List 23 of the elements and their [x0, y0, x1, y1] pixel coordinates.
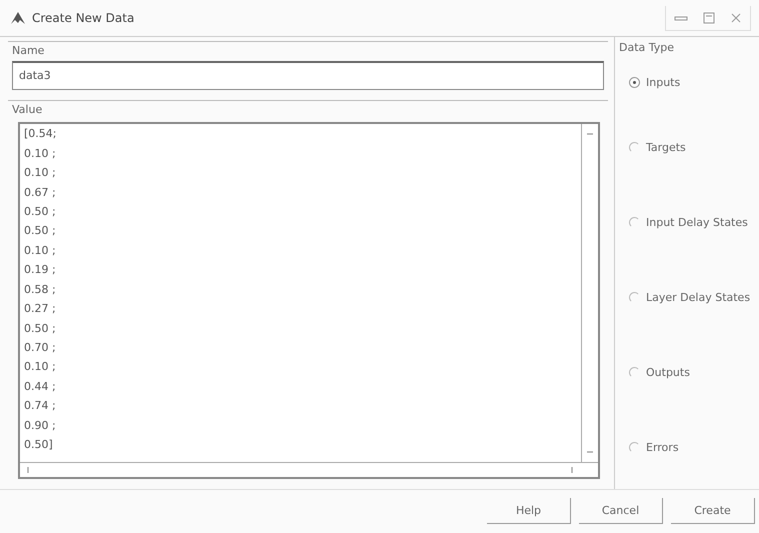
radio-button[interactable]	[629, 367, 640, 378]
radio-label[interactable]: Errors	[646, 441, 679, 454]
name-field[interactable]: data3	[12, 61, 604, 90]
close-icon[interactable]	[730, 12, 742, 24]
radio-label[interactable]: Input Delay States	[646, 216, 748, 230]
data-type-label: Data Type	[619, 41, 676, 54]
maximize-icon[interactable]	[702, 12, 716, 24]
cancel-button[interactable]: Cancel	[579, 498, 663, 524]
radio-button[interactable]	[629, 217, 640, 228]
radio-button[interactable]	[629, 442, 640, 454]
create-button[interactable]: Create	[671, 498, 755, 524]
radio-label[interactable]: Layer Delay States	[646, 291, 750, 304]
radio-button[interactable]	[629, 76, 640, 88]
radio-button[interactable]	[629, 292, 640, 304]
help-button[interactable]: Help	[487, 498, 571, 524]
radio-button[interactable]	[629, 142, 640, 154]
radio-label[interactable]: Inputs	[646, 76, 680, 89]
value-label: Value	[12, 103, 44, 116]
window-title: Create New Data	[32, 11, 134, 26]
name-label: Name	[12, 44, 46, 58]
radio-label[interactable]: Outputs	[646, 366, 690, 380]
app-logo-icon	[10, 11, 26, 26]
radio-label[interactable]: Targets	[646, 141, 686, 154]
